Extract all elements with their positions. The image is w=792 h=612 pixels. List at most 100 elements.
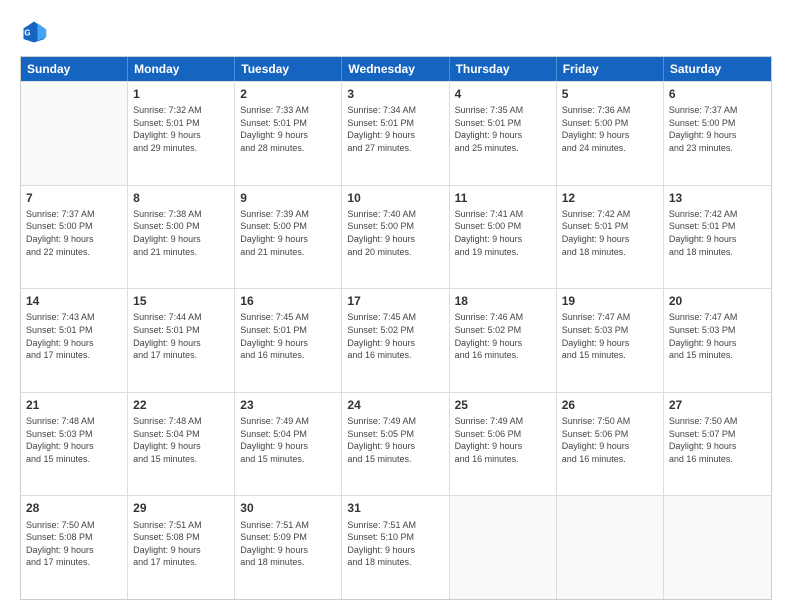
day-number: 30 xyxy=(240,500,336,516)
day-header-saturday: Saturday xyxy=(664,57,771,81)
day-cell-1: 1 Sunrise: 7:32 AMSunset: 5:01 PMDaylight… xyxy=(128,82,235,185)
calendar-body: 1 Sunrise: 7:32 AMSunset: 5:01 PMDaylight… xyxy=(21,81,771,599)
day-cell-21: 21 Sunrise: 7:48 AMSunset: 5:03 PMDayligh… xyxy=(21,393,128,496)
day-cell-8: 8 Sunrise: 7:38 AMSunset: 5:00 PMDaylight… xyxy=(128,186,235,289)
day-info: Sunrise: 7:50 AMSunset: 5:07 PMDaylight:… xyxy=(669,415,766,465)
day-cell-5: 5 Sunrise: 7:36 AMSunset: 5:00 PMDaylight… xyxy=(557,82,664,185)
day-info: Sunrise: 7:45 AMSunset: 5:02 PMDaylight:… xyxy=(347,311,443,361)
day-number: 20 xyxy=(669,293,766,309)
day-info: Sunrise: 7:48 AMSunset: 5:03 PMDaylight:… xyxy=(26,415,122,465)
day-cell-4: 4Sunrise: 7:35 AMSunset: 5:01 PMDaylight… xyxy=(450,82,557,185)
day-info: Sunrise: 7:49 AMSunset: 5:04 PMDaylight:… xyxy=(240,415,336,465)
calendar-header: SundayMondayTuesdayWednesdayThursdayFrid… xyxy=(21,57,771,81)
day-header-thursday: Thursday xyxy=(450,57,557,81)
day-info: Sunrise: 7:44 AMSunset: 5:01 PMDaylight:… xyxy=(133,311,229,361)
day-cell-3: 3Sunrise: 7:34 AMSunset: 5:01 PMDaylight… xyxy=(342,82,449,185)
day-number: 5 xyxy=(562,86,658,102)
day-number: 2 xyxy=(240,86,336,102)
day-cell-20: 20 Sunrise: 7:47 AMSunset: 5:03 PMDayligh… xyxy=(664,289,771,392)
day-info: Sunrise: 7:41 AMSunset: 5:00 PMDaylight:… xyxy=(455,208,551,258)
day-number: 23 xyxy=(240,397,336,413)
logo-icon: G xyxy=(20,18,48,46)
svg-text:G: G xyxy=(24,29,30,38)
day-number: 11 xyxy=(455,190,551,206)
day-info: Sunrise: 7:46 AMSunset: 5:02 PMDaylight:… xyxy=(455,311,551,361)
day-cell-23: 23 Sunrise: 7:49 AMSunset: 5:04 PMDayligh… xyxy=(235,393,342,496)
day-info: Sunrise: 7:34 AMSunset: 5:01 PMDaylight:… xyxy=(347,104,443,154)
day-header-sunday: Sunday xyxy=(21,57,128,81)
day-cell-29: 29 Sunrise: 7:51 AMSunset: 5:08 PMDayligh… xyxy=(128,496,235,599)
day-cell-31: 31 Sunrise: 7:51 AMSunset: 5:10 PMDayligh… xyxy=(342,496,449,599)
day-cell-26: 26 Sunrise: 7:50 AMSunset: 5:06 PMDayligh… xyxy=(557,393,664,496)
day-number: 17 xyxy=(347,293,443,309)
day-info: Sunrise: 7:51 AMSunset: 5:10 PMDaylight:… xyxy=(347,519,443,569)
day-number: 21 xyxy=(26,397,122,413)
day-info: Sunrise: 7:49 AMSunset: 5:06 PMDaylight:… xyxy=(455,415,551,465)
day-number: 7 xyxy=(26,190,122,206)
week-row-4: 21 Sunrise: 7:48 AMSunset: 5:03 PMDayligh… xyxy=(21,392,771,496)
day-info: Sunrise: 7:38 AMSunset: 5:00 PMDaylight:… xyxy=(133,208,229,258)
day-info: Sunrise: 7:33 AMSunset: 5:01 PMDaylight:… xyxy=(240,104,336,154)
day-cell-24: 24 Sunrise: 7:49 AMSunset: 5:05 PMDayligh… xyxy=(342,393,449,496)
day-number: 24 xyxy=(347,397,443,413)
day-info: Sunrise: 7:51 AMSunset: 5:08 PMDaylight:… xyxy=(133,519,229,569)
day-number: 29 xyxy=(133,500,229,516)
day-number: 27 xyxy=(669,397,766,413)
day-cell-9: 9Sunrise: 7:39 AMSunset: 5:00 PMDaylight… xyxy=(235,186,342,289)
day-info: Sunrise: 7:51 AMSunset: 5:09 PMDaylight:… xyxy=(240,519,336,569)
empty-cell-0-0 xyxy=(21,82,128,185)
empty-cell-4-4 xyxy=(450,496,557,599)
day-info: Sunrise: 7:45 AMSunset: 5:01 PMDaylight:… xyxy=(240,311,336,361)
day-cell-16: 16Sunrise: 7:45 AMSunset: 5:01 PMDayligh… xyxy=(235,289,342,392)
day-number: 10 xyxy=(347,190,443,206)
day-number: 14 xyxy=(26,293,122,309)
day-cell-7: 7 Sunrise: 7:37 AMSunset: 5:00 PMDaylight… xyxy=(21,186,128,289)
day-info: Sunrise: 7:43 AMSunset: 5:01 PMDaylight:… xyxy=(26,311,122,361)
day-header-tuesday: Tuesday xyxy=(235,57,342,81)
day-cell-22: 22 Sunrise: 7:48 AMSunset: 5:04 PMDayligh… xyxy=(128,393,235,496)
day-cell-27: 27 Sunrise: 7:50 AMSunset: 5:07 PMDayligh… xyxy=(664,393,771,496)
day-number: 22 xyxy=(133,397,229,413)
day-info: Sunrise: 7:36 AMSunset: 5:00 PMDaylight:… xyxy=(562,104,658,154)
logo: G xyxy=(20,18,52,46)
day-number: 13 xyxy=(669,190,766,206)
day-cell-19: 19 Sunrise: 7:47 AMSunset: 5:03 PMDayligh… xyxy=(557,289,664,392)
day-info: Sunrise: 7:50 AMSunset: 5:06 PMDaylight:… xyxy=(562,415,658,465)
day-number: 8 xyxy=(133,190,229,206)
week-row-2: 7 Sunrise: 7:37 AMSunset: 5:00 PMDaylight… xyxy=(21,185,771,289)
day-info: Sunrise: 7:47 AMSunset: 5:03 PMDaylight:… xyxy=(562,311,658,361)
day-number: 31 xyxy=(347,500,443,516)
day-cell-11: 11 Sunrise: 7:41 AMSunset: 5:00 PMDayligh… xyxy=(450,186,557,289)
day-info: Sunrise: 7:48 AMSunset: 5:04 PMDaylight:… xyxy=(133,415,229,465)
header: G xyxy=(20,18,772,46)
day-number: 28 xyxy=(26,500,122,516)
day-cell-2: 2 Sunrise: 7:33 AMSunset: 5:01 PMDaylight… xyxy=(235,82,342,185)
day-info: Sunrise: 7:39 AMSunset: 5:00 PMDaylight:… xyxy=(240,208,336,258)
day-cell-14: 14 Sunrise: 7:43 AMSunset: 5:01 PMDayligh… xyxy=(21,289,128,392)
empty-cell-4-5 xyxy=(557,496,664,599)
calendar: SundayMondayTuesdayWednesdayThursdayFrid… xyxy=(20,56,772,600)
day-cell-25: 25 Sunrise: 7:49 AMSunset: 5:06 PMDayligh… xyxy=(450,393,557,496)
day-info: Sunrise: 7:32 AMSunset: 5:01 PMDaylight:… xyxy=(133,104,229,154)
day-cell-13: 13Sunrise: 7:42 AMSunset: 5:01 PMDayligh… xyxy=(664,186,771,289)
day-cell-10: 10Sunrise: 7:40 AMSunset: 5:00 PMDayligh… xyxy=(342,186,449,289)
day-info: Sunrise: 7:49 AMSunset: 5:05 PMDaylight:… xyxy=(347,415,443,465)
day-header-wednesday: Wednesday xyxy=(342,57,449,81)
day-number: 26 xyxy=(562,397,658,413)
day-number: 12 xyxy=(562,190,658,206)
day-info: Sunrise: 7:37 AMSunset: 5:00 PMDaylight:… xyxy=(26,208,122,258)
day-info: Sunrise: 7:42 AMSunset: 5:01 PMDaylight:… xyxy=(562,208,658,258)
day-header-monday: Monday xyxy=(128,57,235,81)
day-number: 25 xyxy=(455,397,551,413)
day-number: 6 xyxy=(669,86,766,102)
day-number: 15 xyxy=(133,293,229,309)
day-number: 1 xyxy=(133,86,229,102)
day-cell-12: 12 Sunrise: 7:42 AMSunset: 5:01 PMDayligh… xyxy=(557,186,664,289)
day-info: Sunrise: 7:47 AMSunset: 5:03 PMDaylight:… xyxy=(669,311,766,361)
day-cell-17: 17 Sunrise: 7:45 AMSunset: 5:02 PMDayligh… xyxy=(342,289,449,392)
week-row-5: 28Sunrise: 7:50 AMSunset: 5:08 PMDayligh… xyxy=(21,495,771,599)
day-cell-6: 6Sunrise: 7:37 AMSunset: 5:00 PMDaylight… xyxy=(664,82,771,185)
day-number: 19 xyxy=(562,293,658,309)
day-number: 18 xyxy=(455,293,551,309)
page: G SundayMondayTuesdayWednesdayThursdayFr… xyxy=(0,0,792,612)
